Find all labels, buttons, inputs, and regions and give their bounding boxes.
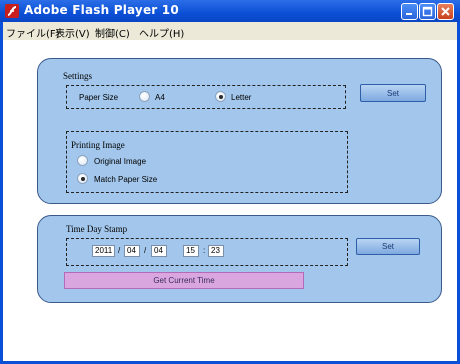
radio-match-paper-size[interactable] bbox=[77, 173, 88, 184]
radio-a4[interactable] bbox=[139, 91, 150, 102]
stage: Settings Paper Size A4 Letter Set Printi… bbox=[3, 40, 457, 361]
date-separator: / bbox=[118, 246, 121, 255]
time-stamp-fields-group: 2011 / 04 / 04 15 : 23 bbox=[66, 238, 348, 266]
year-field[interactable]: 2011 bbox=[92, 245, 115, 257]
close-icon[interactable] bbox=[437, 3, 454, 20]
window-title: Adobe Flash Player 10 bbox=[24, 3, 179, 17]
get-current-time-button[interactable]: Get Current Time bbox=[64, 272, 304, 289]
paper-size-label: Paper Size bbox=[79, 93, 119, 102]
time-separator: : bbox=[203, 246, 206, 255]
maximize-icon[interactable] bbox=[419, 3, 436, 20]
settings-heading: Settings bbox=[63, 71, 93, 81]
minute-field[interactable]: 23 bbox=[208, 245, 224, 257]
menu-control[interactable]: 制御(C) bbox=[95, 25, 130, 40]
radio-original-image[interactable] bbox=[77, 155, 88, 166]
radio-match-paper-size-label: Match Paper Size bbox=[94, 175, 158, 184]
menu-help[interactable]: ヘルプ(H) bbox=[139, 25, 184, 40]
menu-view[interactable]: 表示(V) bbox=[55, 25, 90, 40]
minimize-icon[interactable] bbox=[401, 3, 418, 20]
month-field[interactable]: 04 bbox=[124, 245, 140, 257]
menu-file[interactable]: ファイル(F) bbox=[6, 25, 60, 40]
radio-a4-label: A4 bbox=[155, 93, 165, 102]
time-stamp-heading: Time Day Stamp bbox=[66, 224, 128, 234]
flash-player-window: Adobe Flash Player 10 ファイル(F) 表示(V) 制御(C… bbox=[0, 0, 460, 364]
date-separator: / bbox=[144, 246, 147, 255]
time-stamp-panel: Time Day Stamp 2011 / 04 / 04 15 : 23 Se… bbox=[37, 215, 442, 303]
paper-set-button[interactable]: Set bbox=[360, 84, 426, 102]
paper-size-group: Paper Size A4 Letter bbox=[66, 85, 346, 109]
time-set-button[interactable]: Set bbox=[356, 238, 420, 255]
radio-letter-label: Letter bbox=[231, 93, 252, 102]
printing-image-heading: Printing Image bbox=[71, 140, 125, 150]
radio-original-image-label: Original Image bbox=[94, 157, 147, 166]
settings-panel: Settings Paper Size A4 Letter Set Printi… bbox=[37, 58, 442, 204]
flash-icon bbox=[5, 4, 19, 18]
title-bar[interactable]: Adobe Flash Player 10 bbox=[0, 0, 460, 22]
menu-bar: ファイル(F) 表示(V) 制御(C) ヘルプ(H) bbox=[3, 22, 457, 40]
day-field[interactable]: 04 bbox=[151, 245, 167, 257]
hour-field[interactable]: 15 bbox=[183, 245, 199, 257]
printing-image-group: Printing Image Original Image Match Pape… bbox=[66, 131, 348, 193]
radio-letter[interactable] bbox=[215, 91, 226, 102]
